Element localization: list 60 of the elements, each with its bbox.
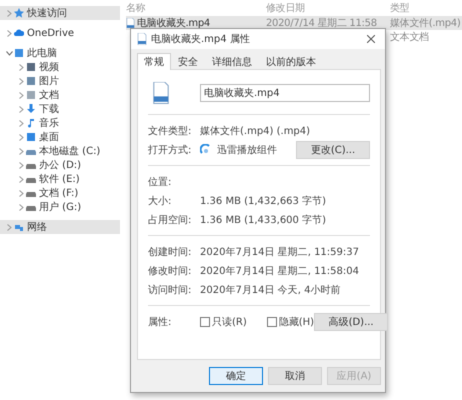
tree-item[interactable]: 图片: [0, 74, 120, 88]
tab[interactable]: 详细信息: [205, 53, 259, 70]
chevron-right-icon[interactable]: [6, 10, 12, 16]
music-note-icon: [26, 118, 36, 128]
property-label: 大小:: [148, 194, 172, 208]
network-icon: [14, 222, 24, 232]
tree-item[interactable]: 软件 (E:): [0, 172, 120, 186]
tree-item[interactable]: OneDrive: [0, 26, 120, 40]
property-label: 占用空间:: [148, 214, 192, 226]
star-icon: [14, 8, 24, 18]
tree-item[interactable]: 网络: [0, 220, 120, 234]
property-value: 迅雷播放组件: [200, 142, 296, 156]
tree-item[interactable]: 视频: [0, 60, 120, 74]
tree-item[interactable]: 文档: [0, 88, 120, 102]
close-icon[interactable]: [367, 35, 375, 43]
file-name-field[interactable]: 电脑收藏夹.mp4: [200, 84, 370, 102]
tree-item[interactable]: 下载: [0, 102, 120, 116]
chevron-right-icon[interactable]: [6, 30, 12, 36]
property-value: 1.36 MB (1,432,663 字节): [200, 194, 327, 208]
tree-item[interactable]: 桌面: [0, 130, 120, 144]
tab[interactable]: 以前的版本: [259, 53, 323, 70]
property-label: 属性:: [148, 316, 172, 328]
tab[interactable]: 安全: [171, 53, 205, 70]
checkbox[interactable]: [200, 316, 210, 326]
property-value: 媒体文件(.mp4) (.mp4): [200, 124, 312, 138]
property-value: 1.36 MB (1,433,600 字节): [200, 214, 327, 226]
property-label: 文件类型:: [148, 124, 192, 138]
advanced-button[interactable]: 高级(D)...: [314, 312, 388, 330]
property-value: 2020年7月14日 今天, 4小时前: [200, 284, 342, 296]
tree-item[interactable]: 此电脑: [0, 46, 120, 60]
tree-item[interactable]: 本地磁盘 (C:): [0, 144, 120, 158]
attribute-checkbox[interactable]: 隐藏(H): [266, 314, 314, 328]
file-date: 2020/7/14 星期二 11:58: [266, 16, 377, 30]
chevron-down-icon[interactable]: [6, 50, 12, 56]
video-file-icon: [152, 82, 170, 104]
cloud-icon: [14, 28, 24, 38]
tree-item[interactable]: 办公 (D:): [0, 158, 120, 172]
property-label: 创建时间:: [148, 246, 192, 258]
property-value: 2020年7月14日 星期二, 11:59:37: [200, 246, 360, 258]
chevron-right-icon[interactable]: [6, 224, 12, 230]
property-label: 打开方式:: [148, 144, 192, 156]
tab[interactable]: 常规: [137, 53, 171, 70]
property-value: 2020年7月14日 星期二, 11:58:04: [200, 264, 360, 278]
property-label: 修改时间:: [148, 264, 192, 278]
change-button[interactable]: 更改(C)...: [296, 140, 370, 158]
property-label: 访问时间:: [148, 284, 192, 296]
file-name: 电脑收藏夹.mp4: [126, 16, 210, 30]
checkbox[interactable]: [266, 316, 277, 326]
dialog-button[interactable]: 取消: [268, 367, 322, 385]
file-type: 媒体文件(.mp4): [390, 16, 460, 30]
down-arrow-icon: [26, 104, 36, 114]
tree-item[interactable]: 用户 (G:): [0, 200, 120, 214]
tree-item[interactable]: 文档 (F:): [0, 186, 120, 200]
dialog-button[interactable]: 确定: [209, 367, 263, 385]
attribute-checkbox[interactable]: 只读(R): [200, 314, 247, 328]
tree-item[interactable]: 快速访问: [0, 6, 120, 20]
window-title: 电脑收藏夹.mp4 属性: [151, 32, 251, 46]
property-label: 位置:: [148, 176, 172, 188]
video-file-icon: [137, 33, 147, 45]
tree-item[interactable]: 音乐: [0, 116, 120, 130]
